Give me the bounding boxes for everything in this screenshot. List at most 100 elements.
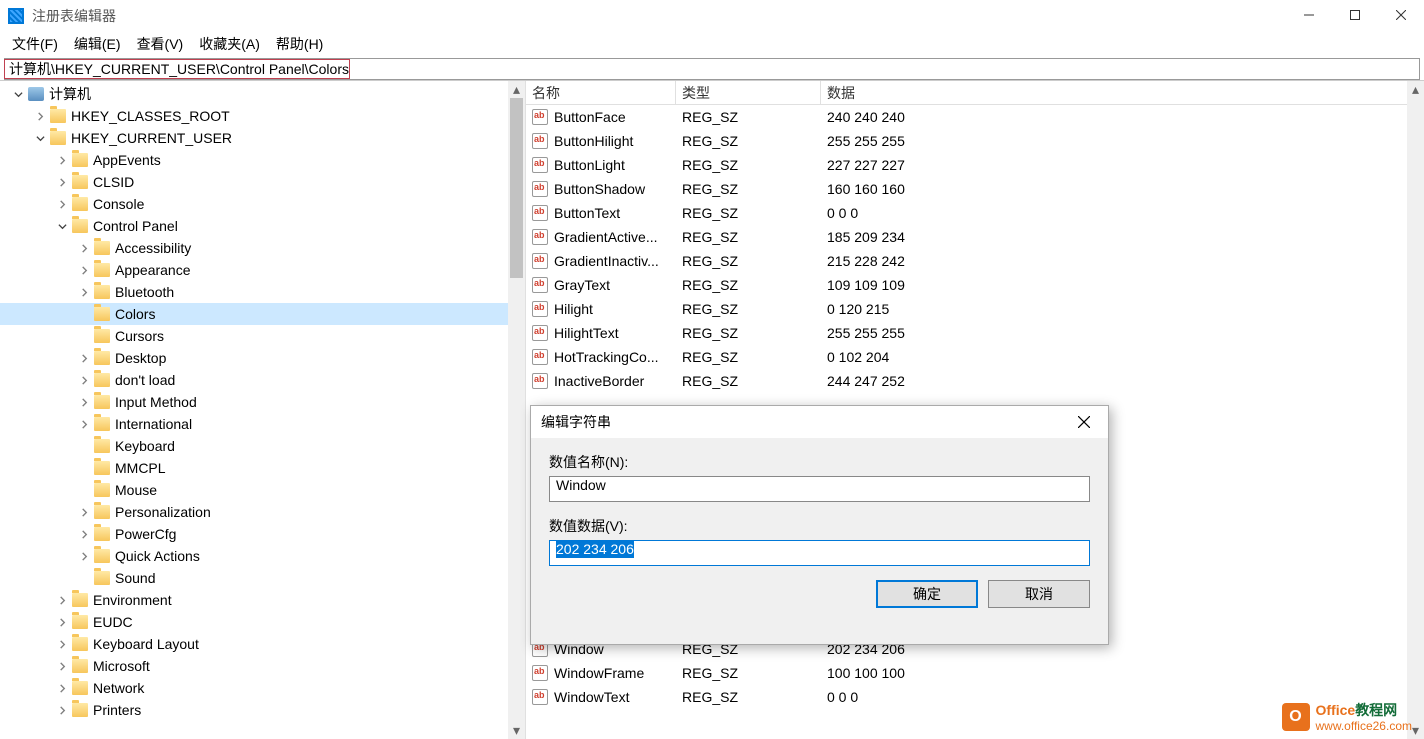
registry-tree[interactable]: 计算机HKEY_CLASSES_ROOTHKEY_CURRENT_USER App… xyxy=(0,81,525,721)
tree-item[interactable]: Quick Actions xyxy=(0,545,525,567)
tree-item[interactable]: Personalization xyxy=(0,501,525,523)
list-row[interactable]: HotTrackingCo...REG_SZ0 102 204 xyxy=(526,345,1424,369)
col-header-type[interactable]: 类型 xyxy=(676,81,821,104)
chevron-down-icon[interactable] xyxy=(10,86,26,102)
scroll-down-icon[interactable]: ▾ xyxy=(508,722,525,739)
chevron-right-icon[interactable] xyxy=(76,526,92,542)
minimize-button[interactable] xyxy=(1286,0,1332,30)
tree-item-label: Keyboard Layout xyxy=(93,636,199,652)
scroll-up-icon[interactable]: ▴ xyxy=(1407,81,1424,98)
value-type: REG_SZ xyxy=(676,325,821,341)
list-row[interactable]: ButtonFaceREG_SZ240 240 240 xyxy=(526,105,1424,129)
tree-item[interactable]: EUDC xyxy=(0,611,525,633)
menu-file[interactable]: 文件(F) xyxy=(12,34,58,54)
chevron-right-icon[interactable] xyxy=(76,416,92,432)
list-scrollbar[interactable]: ▴ ▾ xyxy=(1407,81,1424,739)
dialog-close-button[interactable] xyxy=(1068,410,1100,434)
tree-item[interactable]: HKEY_CURRENT_USER xyxy=(0,127,525,149)
tree-item[interactable]: Cursors xyxy=(0,325,525,347)
chevron-right-icon[interactable] xyxy=(54,196,70,212)
tree-item[interactable]: Printers xyxy=(0,699,525,721)
tree-item[interactable]: Sound xyxy=(0,567,525,589)
chevron-down-icon[interactable] xyxy=(32,130,48,146)
menu-favorites[interactable]: 收藏夹(A) xyxy=(199,34,260,54)
list-row[interactable]: HilightTextREG_SZ255 255 255 xyxy=(526,321,1424,345)
menu-view[interactable]: 查看(V) xyxy=(137,34,184,54)
chevron-down-icon[interactable] xyxy=(54,218,70,234)
list-row[interactable]: InactiveBorderREG_SZ244 247 252 xyxy=(526,369,1424,393)
col-header-name[interactable]: 名称 xyxy=(526,81,676,104)
chevron-right-icon[interactable] xyxy=(76,284,92,300)
value-data: 0 120 215 xyxy=(821,301,1424,317)
maximize-button[interactable] xyxy=(1332,0,1378,30)
chevron-right-icon[interactable] xyxy=(76,262,92,278)
value-name: ButtonText xyxy=(554,205,620,221)
chevron-right-icon[interactable] xyxy=(54,152,70,168)
chevron-right-icon[interactable] xyxy=(76,350,92,366)
list-row[interactable]: ButtonShadowREG_SZ160 160 160 xyxy=(526,177,1424,201)
list-row[interactable]: WindowFrameREG_SZ100 100 100 xyxy=(526,661,1424,685)
list-row[interactable]: ButtonHilightREG_SZ255 255 255 xyxy=(526,129,1424,153)
tree-item[interactable]: MMCPL xyxy=(0,457,525,479)
tree-item[interactable]: Appearance xyxy=(0,259,525,281)
chevron-right-icon[interactable] xyxy=(76,394,92,410)
tree-item[interactable]: Environment xyxy=(0,589,525,611)
tree-item[interactable]: Control Panel xyxy=(0,215,525,237)
tree-item[interactable]: Desktop xyxy=(0,347,525,369)
list-row[interactable]: GrayTextREG_SZ109 109 109 xyxy=(526,273,1424,297)
chevron-right-icon[interactable] xyxy=(76,240,92,256)
values-list-bottom[interactable]: WindowREG_SZ202 234 206WindowFrameREG_SZ… xyxy=(526,637,1424,709)
menu-help[interactable]: 帮助(H) xyxy=(276,34,323,54)
tree-item[interactable]: Network xyxy=(0,677,525,699)
scroll-thumb[interactable] xyxy=(510,98,523,278)
tree-item[interactable]: CLSID xyxy=(0,171,525,193)
tree-item[interactable]: 计算机 xyxy=(0,83,525,105)
tree-item[interactable]: don't load xyxy=(0,369,525,391)
tree-item[interactable]: Microsoft xyxy=(0,655,525,677)
list-row[interactable]: HilightREG_SZ0 120 215 xyxy=(526,297,1424,321)
menu-edit[interactable]: 编辑(E) xyxy=(74,34,121,54)
tree-item[interactable]: Bluetooth xyxy=(0,281,525,303)
tree-item[interactable]: Keyboard xyxy=(0,435,525,457)
value-data-field[interactable]: 202 234 206 xyxy=(549,540,1090,566)
list-row[interactable]: GradientActive...REG_SZ185 209 234 xyxy=(526,225,1424,249)
ok-button[interactable]: 确定 xyxy=(876,580,978,608)
scroll-up-icon[interactable]: ▴ xyxy=(508,81,525,98)
value-name: ButtonHilight xyxy=(554,133,633,149)
chevron-right-icon[interactable] xyxy=(54,592,70,608)
value-name: GradientInactiv... xyxy=(554,253,659,269)
tree-item[interactable]: AppEvents xyxy=(0,149,525,171)
tree-scrollbar[interactable]: ▴ ▾ xyxy=(508,81,525,739)
tree-item[interactable]: Mouse xyxy=(0,479,525,501)
chevron-right-icon[interactable] xyxy=(54,702,70,718)
folder-icon xyxy=(94,241,110,255)
value-type: REG_SZ xyxy=(676,665,821,681)
tree-item[interactable]: Console xyxy=(0,193,525,215)
tree-item[interactable]: International xyxy=(0,413,525,435)
tree-item[interactable]: Input Method xyxy=(0,391,525,413)
tree-item[interactable]: Colors xyxy=(0,303,525,325)
tree-item[interactable]: Accessibility xyxy=(0,237,525,259)
list-row[interactable]: GradientInactiv...REG_SZ215 228 242 xyxy=(526,249,1424,273)
chevron-right-icon[interactable] xyxy=(54,614,70,630)
chevron-right-icon[interactable] xyxy=(32,108,48,124)
chevron-right-icon[interactable] xyxy=(76,504,92,520)
chevron-right-icon[interactable] xyxy=(54,680,70,696)
col-header-data[interactable]: 数据 xyxy=(821,81,1424,104)
values-list-top[interactable]: ButtonFaceREG_SZ240 240 240ButtonHilight… xyxy=(526,105,1424,393)
chevron-right-icon[interactable] xyxy=(54,174,70,190)
tree-item[interactable]: Keyboard Layout xyxy=(0,633,525,655)
tree-item[interactable]: PowerCfg xyxy=(0,523,525,545)
list-row[interactable]: ButtonTextREG_SZ0 0 0 xyxy=(526,201,1424,225)
tree-item-label: AppEvents xyxy=(93,152,161,168)
list-row[interactable]: ButtonLightREG_SZ227 227 227 xyxy=(526,153,1424,177)
close-button[interactable] xyxy=(1378,0,1424,30)
chevron-right-icon[interactable] xyxy=(54,658,70,674)
tree-item[interactable]: HKEY_CLASSES_ROOT xyxy=(0,105,525,127)
address-bar[interactable]: 计算机\HKEY_CURRENT_USER\Control Panel\Colo… xyxy=(4,58,1420,80)
chevron-right-icon[interactable] xyxy=(76,548,92,564)
chevron-right-icon[interactable] xyxy=(54,636,70,652)
value-name-field[interactable]: Window xyxy=(549,476,1090,502)
cancel-button[interactable]: 取消 xyxy=(988,580,1090,608)
chevron-right-icon[interactable] xyxy=(76,372,92,388)
